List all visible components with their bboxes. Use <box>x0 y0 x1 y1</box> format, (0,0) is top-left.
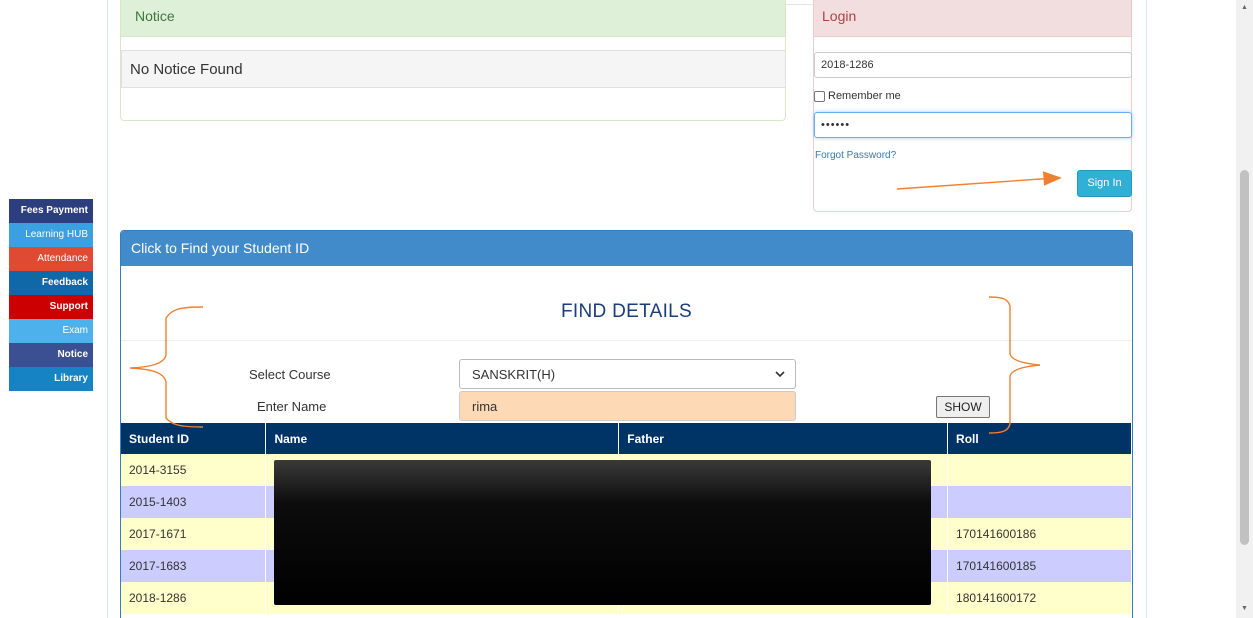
side-menu-label: Library <box>54 373 88 384</box>
scroll-up-icon[interactable]: ▲ <box>1241 4 1248 11</box>
login-heading: Login <box>814 0 1131 37</box>
remember-me-checkbox[interactable] <box>814 90 825 102</box>
cell-student-id: 2018-1286 <box>121 582 267 614</box>
side-menu-notice[interactable]: Notice <box>9 343 93 367</box>
login-panel: Login 2018-1286 Remember me •••••• Forgo… <box>813 0 1132 212</box>
side-menu-label: Attendance <box>37 253 88 264</box>
header-roll: Roll <box>947 423 1132 454</box>
sign-in-button[interactable]: Sign In <box>1077 170 1132 197</box>
table-header-row: Student ID Name Father Roll <box>121 423 1132 454</box>
side-menu-learning-hub[interactable]: Learning HUB <box>9 223 93 247</box>
scrollbar-thumb[interactable] <box>1240 170 1249 545</box>
side-menu-label: Support <box>49 301 88 312</box>
cell-roll: 170141600186 <box>947 518 1132 550</box>
side-menu-fees-payment[interactable]: Fees Payment <box>9 199 93 223</box>
chevron-down-icon <box>775 371 785 378</box>
forgot-password-link[interactable]: Forgot Password? <box>815 150 896 161</box>
divider <box>121 340 1132 341</box>
cell-roll <box>947 454 1132 486</box>
cell-student-id: 2014-3155 <box>121 454 267 486</box>
container-border-left <box>107 0 108 618</box>
cell-student-id: 2017-1671 <box>121 518 267 550</box>
notice-heading: Notice <box>121 0 785 37</box>
cell-student-id: 2015-1403 <box>121 486 267 518</box>
notice-panel: Notice No Notice Found <box>120 0 786 121</box>
side-menu-library[interactable]: Library <box>9 367 93 391</box>
remember-me-label: Remember me <box>828 90 901 102</box>
header-name: Name <box>265 423 620 454</box>
password-input[interactable]: •••••• <box>814 112 1132 138</box>
enter-name-label: Enter Name <box>257 399 327 414</box>
side-menu: Fees Payment Learning HUB Attendance Fee… <box>9 199 93 391</box>
scroll-down-icon[interactable]: ▼ <box>1241 605 1248 612</box>
find-panel-heading[interactable]: Click to Find your Student ID <box>121 231 1132 266</box>
header-father: Father <box>618 423 949 454</box>
course-select-value: SANSKRIT(H) <box>472 367 556 382</box>
username-input[interactable]: 2018-1286 <box>814 52 1132 78</box>
name-input[interactable]: rima <box>459 391 796 421</box>
page: Notice No Notice Found Login 2018-1286 R… <box>0 0 1253 618</box>
course-select[interactable]: SANSKRIT(H) <box>459 359 796 389</box>
header-student-id: Student ID <box>121 423 267 454</box>
select-course-label: Select Course <box>249 367 331 382</box>
side-menu-label: Exam <box>62 325 88 336</box>
notice-item: No Notice Found <box>121 50 786 88</box>
side-menu-label: Feedback <box>41 277 88 288</box>
side-menu-label: Fees Payment <box>20 205 88 216</box>
side-menu-feedback[interactable]: Feedback <box>9 271 93 295</box>
show-button[interactable]: SHOW <box>936 396 990 418</box>
side-menu-support[interactable]: Support <box>9 295 93 319</box>
side-menu-label: Notice <box>57 349 88 360</box>
container-border-right <box>1146 0 1147 618</box>
side-menu-exam[interactable]: Exam <box>9 319 93 343</box>
cell-roll: 170141600185 <box>947 550 1132 582</box>
vertical-scrollbar[interactable]: ▲ ▼ <box>1236 0 1253 618</box>
remember-me-row[interactable]: Remember me <box>814 89 901 103</box>
redaction-box <box>274 460 931 605</box>
side-menu-label: Learning HUB <box>25 229 88 240</box>
find-details-title: FIND DETAILS <box>561 301 692 322</box>
cell-roll: 180141600172 <box>947 582 1132 614</box>
cell-roll <box>947 486 1132 518</box>
cell-student-id: 2017-1683 <box>121 550 267 582</box>
side-menu-attendance[interactable]: Attendance <box>9 247 93 271</box>
